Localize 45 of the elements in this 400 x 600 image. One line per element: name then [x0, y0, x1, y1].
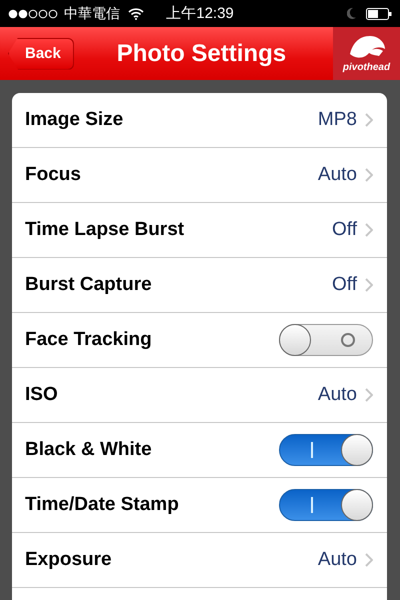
- setting-label: Black & White: [25, 439, 153, 461]
- on-mark-icon: [310, 497, 314, 513]
- setting-label: Time/Date Stamp: [25, 494, 180, 516]
- settings-row[interactable]: Burst Capture Off: [12, 258, 387, 313]
- setting-label: Exposure: [25, 549, 113, 571]
- wifi-icon: [128, 8, 144, 20]
- carrier-name: 中華電信: [64, 4, 120, 22]
- settings-row[interactable]: Black & White: [12, 423, 387, 478]
- toggle-switch[interactable]: [279, 489, 373, 521]
- setting-value: MP8: [318, 109, 357, 131]
- off-mark-icon: [340, 332, 356, 348]
- settings-row[interactable]: ISO Auto: [12, 368, 387, 423]
- setting-value: Auto: [318, 384, 357, 406]
- settings-row[interactable]: Exposure Auto: [12, 533, 387, 588]
- settings-row[interactable]: Time/Date Stamp: [12, 478, 387, 533]
- on-mark-icon: [310, 442, 314, 458]
- toggle-switch[interactable]: [279, 434, 373, 466]
- setting-label: Burst Capture: [25, 274, 153, 296]
- setting-value: Auto: [318, 164, 357, 186]
- setting-value: Off: [332, 274, 357, 296]
- setting-label: Image Size: [25, 109, 124, 131]
- chevron-icon: [365, 278, 373, 292]
- chevron-icon: [365, 553, 373, 567]
- chevron-icon: [365, 223, 373, 237]
- screen-title: Photo Settings: [116, 40, 288, 68]
- toggle-switch[interactable]: [279, 324, 373, 356]
- chevron-icon: [365, 168, 373, 182]
- chevron-icon: [365, 113, 373, 127]
- signal-icon: [8, 8, 58, 18]
- settings-row[interactable]: Focus Auto: [12, 148, 387, 203]
- battery-icon: [366, 8, 392, 20]
- setting-label: ISO: [25, 384, 59, 406]
- setting-value: Auto: [318, 549, 357, 571]
- setting-value: Off: [332, 219, 357, 241]
- chevron-icon: [365, 388, 373, 402]
- settings-row[interactable]: Time Lapse Burst Off: [12, 203, 387, 258]
- logo-text: pivothead: [342, 62, 390, 73]
- setting-label: Focus: [25, 164, 82, 186]
- setting-label: Time Lapse Burst: [25, 219, 186, 241]
- settings-row[interactable]: Face Tracking: [12, 313, 387, 368]
- settings-row[interactable]: Image Size MP8: [12, 93, 387, 148]
- back-button[interactable]: Back: [8, 38, 74, 70]
- clock-time: 上午12:39: [166, 4, 234, 23]
- setting-label: Face Tracking: [25, 329, 153, 351]
- moon-icon: [347, 8, 356, 19]
